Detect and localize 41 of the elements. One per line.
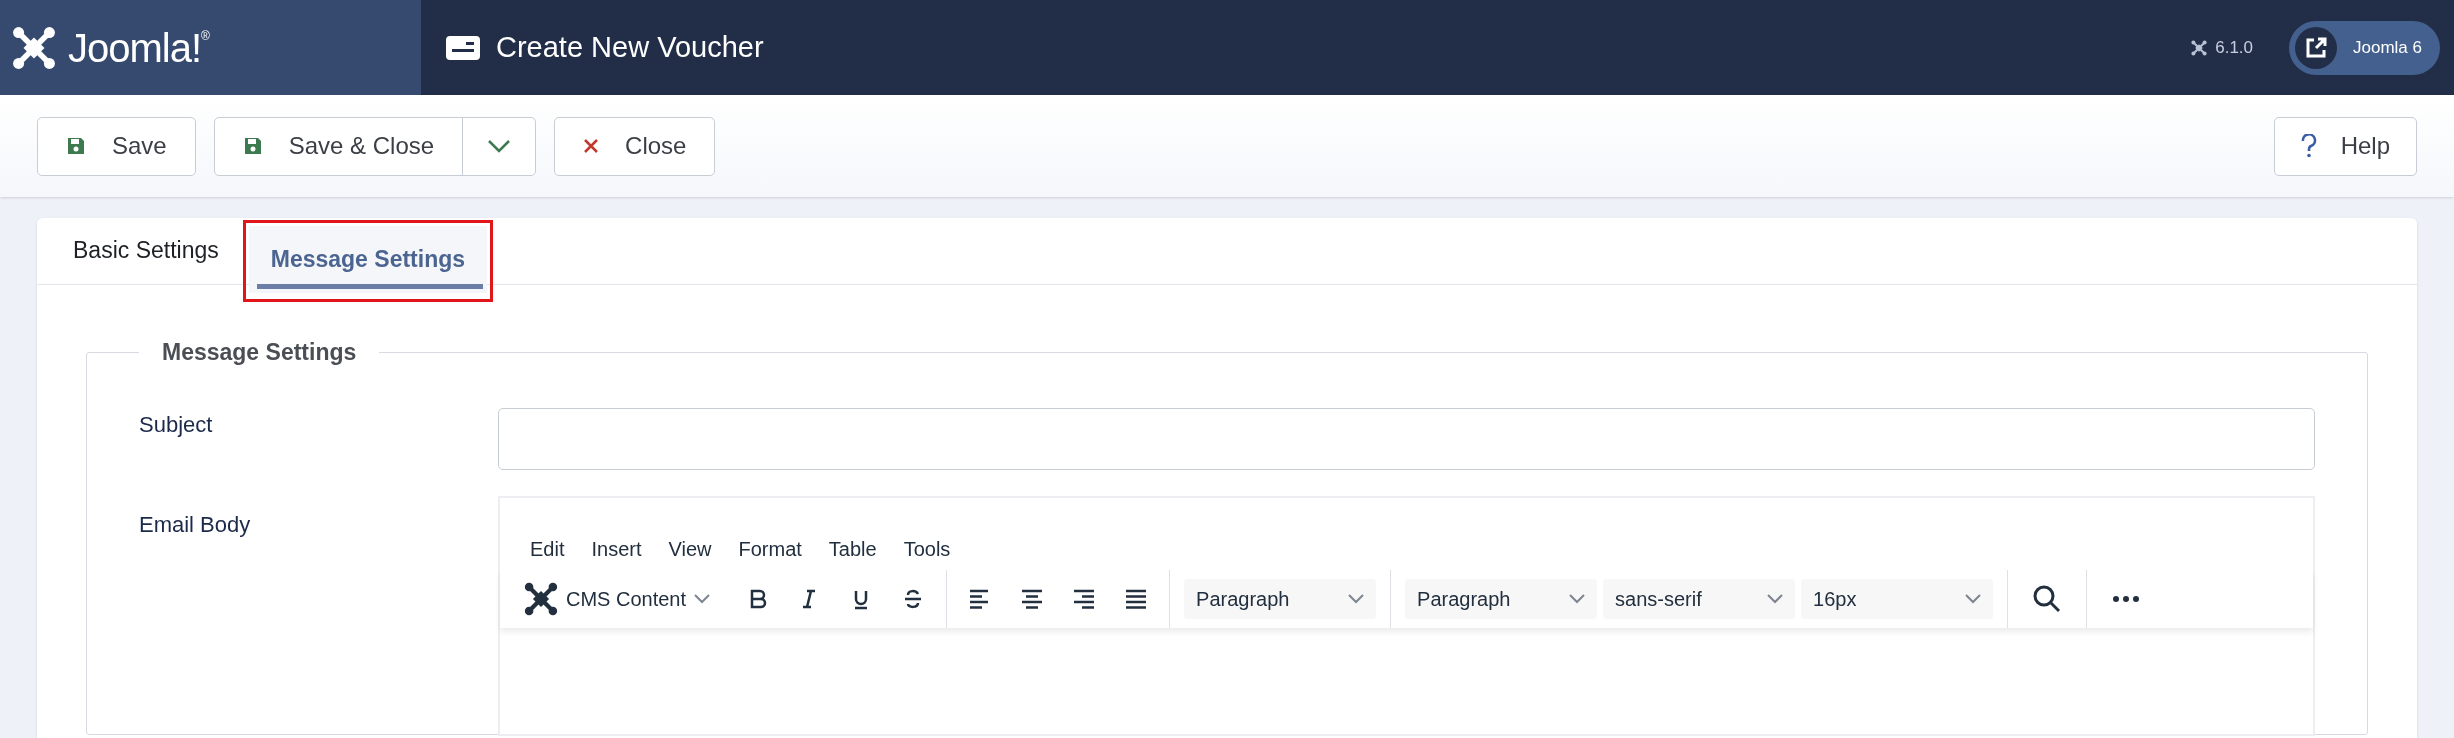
menu-item[interactable]: Tools: [903, 533, 951, 564]
joomla-logo-icon: [2191, 39, 2208, 56]
field-label: Subject: [139, 410, 214, 439]
more-icon: [2113, 595, 2140, 602]
format-select[interactable]: Paragraph: [1184, 578, 1377, 619]
cms-content-dropdown[interactable]: CMS Content: [524, 581, 725, 616]
close-icon: [583, 138, 600, 154]
format-select[interactable]: sans-serif: [1603, 578, 1796, 619]
save-close-button[interactable]: Save & Close: [214, 117, 464, 175]
close-button[interactable]: Close: [554, 116, 716, 176]
fieldset-legend: Message Settings: [139, 335, 380, 370]
chevron-down-icon: [487, 139, 512, 153]
field-label: Email Body: [139, 510, 252, 539]
chevron-down-icon: [1965, 593, 1982, 604]
menu-item[interactable]: Format: [738, 533, 802, 564]
menu-item[interactable]: Table: [828, 533, 877, 564]
help-button[interactable]: Help: [2273, 116, 2417, 176]
chevron-down-icon: [694, 593, 711, 604]
version-text: 6.1.0: [2215, 36, 2253, 59]
joomla-logo-icon: [524, 581, 558, 616]
subject-input[interactable]: [498, 407, 2315, 470]
joomla-logo-icon: [12, 25, 56, 70]
tab[interactable]: Basic Settings: [51, 218, 241, 284]
external-link-icon: [2295, 26, 2337, 69]
save-button[interactable]: Save: [37, 116, 196, 176]
menu-item[interactable]: Insert: [591, 533, 642, 564]
rich-text-editor[interactable]: Edit Insert View Format Table Tools CMS Content Paragraph Paragraph sans-serif 16px: [498, 495, 2315, 736]
format-select[interactable]: Paragraph: [1405, 578, 1598, 619]
chevron-down-icon: [1569, 593, 1586, 604]
chevron-down-icon: [1767, 593, 1784, 604]
format-select[interactable]: 16px: [1801, 578, 1994, 619]
logo-text: Joomla!$^{®}$: [68, 27, 209, 68]
tab[interactable]: Message Settings: [248, 226, 488, 293]
chevron-down-icon: [1348, 593, 1365, 604]
question-mark-icon: [2300, 134, 2317, 158]
site-link-button[interactable]: Joomla 6: [2289, 20, 2440, 75]
menu-item[interactable]: View: [668, 533, 712, 564]
search-icon: [2032, 583, 2063, 614]
page-title: Create New Voucher: [496, 29, 764, 65]
menu-item[interactable]: Edit: [530, 533, 565, 564]
card-icon: [446, 35, 480, 60]
